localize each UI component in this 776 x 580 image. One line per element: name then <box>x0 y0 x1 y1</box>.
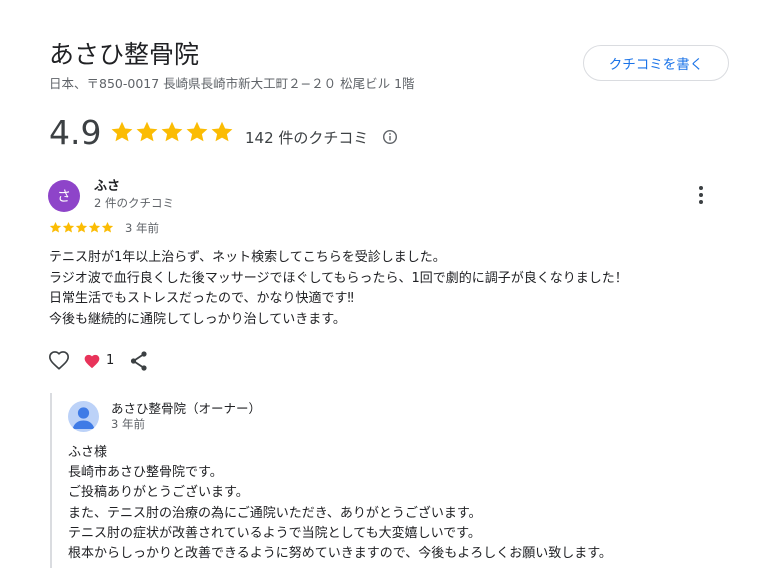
business-address: 日本、〒850-0017 長崎県長崎市新大工町２−２０ 松尾ビル 1階 <box>49 76 415 91</box>
review-text-line: ラジオ波で血行良くした後マッサージでほぐしてもらったら、1回で劇的に調子が良くな… <box>49 270 628 286</box>
more-options-icon[interactable] <box>690 183 712 207</box>
like-icon[interactable] <box>48 350 70 372</box>
reply-text-line: また、テニス肘の治療の為にご通院いただき、ありがとうございます。 <box>68 505 482 521</box>
average-rating: 4.9 <box>49 113 102 152</box>
review-time: 3 年前 <box>125 221 159 235</box>
review-text-line: 今後も継続的に通院してしっかり治していきます。 <box>49 311 346 327</box>
share-icon[interactable] <box>129 350 149 372</box>
heart-reaction-icon <box>84 354 100 369</box>
star-icon <box>111 121 133 142</box>
average-rating-stars <box>110 120 234 144</box>
star-icon <box>101 221 114 233</box>
owner-reply-text: ふさ様 長崎市あさひ整骨院です。 ご投稿ありがとうございます。 また、テニス肘の… <box>68 443 758 564</box>
write-review-button[interactable]: クチコミを書く <box>583 45 729 81</box>
review-text: テニス肘が1年以上治らず、ネット検索してこちらを受診しました。 ラジオ波で血行良… <box>49 248 749 330</box>
owner-reply-divider <box>50 393 52 568</box>
reply-text-line: 長崎市あさひ整骨院です。 <box>68 465 223 481</box>
reply-text-line: テニス肘の症状が改善されているようで当院としても大変嬉しいです。 <box>68 525 481 541</box>
reaction-count: 1 <box>106 353 115 368</box>
star-icon <box>211 121 233 142</box>
info-icon[interactable] <box>382 129 398 145</box>
review-text-line: テニス肘が1年以上治らず、ネット検索してこちらを受診しました。 <box>49 250 446 265</box>
total-review-count[interactable]: 142 件のクチコミ <box>245 128 368 148</box>
star-icon <box>62 221 75 233</box>
reply-text-line: ご投稿ありがとうございます。 <box>68 485 249 501</box>
star-icon <box>88 221 101 233</box>
review-rating-stars <box>49 221 114 234</box>
star-icon <box>49 221 62 233</box>
business-name: あさひ整骨院 <box>49 40 200 69</box>
review-text-line: 日常生活でもストレスだったので、かなり快適です‼ <box>49 291 354 306</box>
reviewer-avatar[interactable]: さ <box>48 180 80 212</box>
owner-name: あさひ整骨院（オーナー） <box>111 401 262 416</box>
person-icon <box>72 407 95 429</box>
owner-avatar <box>68 401 99 432</box>
reviewer-name[interactable]: ふさ <box>94 178 120 196</box>
owner-reply-time: 3 年前 <box>111 417 145 431</box>
reply-text-line: ふさ様 <box>68 445 108 460</box>
star-icon <box>75 221 88 233</box>
reply-text-line: 根本からしっかりと改善できるように努めていきますので、今後もよろしくお願い致しま… <box>68 546 612 562</box>
reviewer-review-count: 2 件のクチコミ <box>94 196 174 210</box>
star-icon <box>136 121 158 142</box>
star-icon <box>161 121 183 142</box>
star-icon <box>186 121 208 142</box>
